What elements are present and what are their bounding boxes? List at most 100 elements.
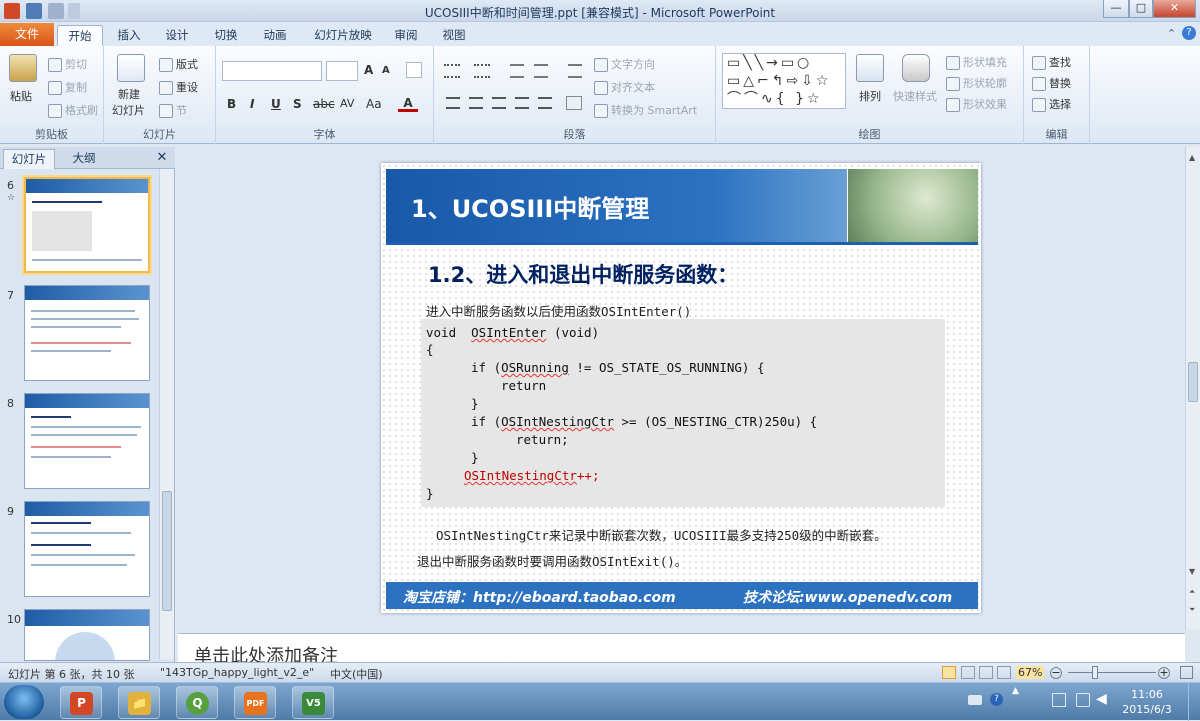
tab-home[interactable]: 开始 <box>57 25 103 46</box>
columns-icon[interactable] <box>566 96 582 110</box>
slide-thumbnail-6[interactable] <box>24 177 150 273</box>
section-button[interactable]: 节 <box>159 102 187 118</box>
justify-icon[interactable] <box>515 97 529 109</box>
tab-slides[interactable]: 幻灯片 <box>3 149 55 169</box>
taskbar-app-powerpoint[interactable]: P <box>60 686 102 719</box>
keyboard-icon[interactable] <box>968 695 982 705</box>
cut-button[interactable]: 剪切 <box>48 56 87 72</box>
system-clock[interactable]: 11:06 2015/6/3 <box>1112 687 1182 717</box>
arrange-icon[interactable] <box>856 54 884 82</box>
volume-icon[interactable]: ◀ <box>1096 691 1107 707</box>
intro-text[interactable]: 进入中断服务函数以后使用函数OSIntEnter() <box>426 301 691 320</box>
help-icon[interactable]: ? <box>1182 26 1196 40</box>
bullets-icon[interactable] <box>444 64 460 78</box>
slide-title[interactable]: 1、UCOSIII中断管理 <box>411 189 649 224</box>
show-hidden-icons[interactable]: ▲ <box>1012 686 1019 696</box>
scroll-up-icon[interactable]: ▲ <box>1189 153 1195 162</box>
minimize-button[interactable]: — <box>1103 0 1129 18</box>
previous-slide-icon[interactable]: ⏶ <box>1189 587 1195 597</box>
theme-name[interactable]: "143TGp_happy_light_v2_e" <box>160 666 314 679</box>
fit-to-window-icon[interactable] <box>1180 666 1193 679</box>
taskbar-app-pdf[interactable]: PDF <box>234 686 276 719</box>
pane-close-button[interactable]: ✕ <box>152 149 172 169</box>
char-spacing-button[interactable]: AV <box>340 97 354 110</box>
align-left-icon[interactable] <box>446 97 460 109</box>
copy-button[interactable]: 复制 <box>48 79 87 95</box>
normal-view-icon[interactable] <box>942 666 956 679</box>
select-button[interactable]: 选择 <box>1032 96 1071 112</box>
zoom-level[interactable]: 67% <box>1016 666 1045 679</box>
decrease-indent-icon[interactable] <box>510 64 524 78</box>
taskbar-app-explorer[interactable]: 📁 <box>118 686 160 719</box>
text-direction-button[interactable]: 文字方向 <box>594 56 655 72</box>
maximize-button[interactable]: □ <box>1129 0 1153 18</box>
slideshow-icon[interactable] <box>997 666 1011 679</box>
tab-view[interactable]: 视图 <box>437 25 471 46</box>
zoom-in-icon[interactable]: + <box>1158 667 1170 679</box>
shape-fill-button[interactable]: 形状填充 <box>946 54 1007 70</box>
shape-outline-button[interactable]: 形状轮廓 <box>946 75 1007 91</box>
font-color-button[interactable]: A <box>398 96 418 112</box>
close-button[interactable]: ✕ <box>1153 0 1196 18</box>
quick-styles-icon[interactable] <box>902 54 930 82</box>
replace-button[interactable]: 替换 <box>1032 75 1071 91</box>
paste-icon[interactable] <box>9 54 37 82</box>
thumbnails-scrollbar[interactable] <box>159 169 174 659</box>
grow-font-button[interactable]: A <box>364 63 373 77</box>
italic-button[interactable]: I <box>250 97 254 111</box>
shapes-gallery[interactable]: ▭╲╲→▭○ ▭△⌐↰⇨⇩☆ ⌒⌒∿{ }☆ <box>722 53 846 109</box>
tab-review[interactable]: 审阅 <box>389 25 423 46</box>
shape-effects-button[interactable]: 形状效果 <box>946 96 1007 112</box>
scrollbar-thumb[interactable] <box>1188 362 1198 402</box>
font-size-field[interactable] <box>326 61 358 81</box>
numbering-icon[interactable] <box>474 64 490 78</box>
taskbar-app-keil[interactable]: V5 <box>292 686 334 719</box>
network-icon[interactable] <box>1052 693 1066 707</box>
slide-thumbnail-7[interactable] <box>24 285 150 381</box>
zoom-slider-thumb[interactable] <box>1092 666 1098 679</box>
language-indicator[interactable]: 中文(中国) <box>330 666 383 682</box>
layout-button[interactable]: 版式 <box>159 56 198 72</box>
bold-button[interactable]: B <box>227 97 236 111</box>
find-button[interactable]: 查找 <box>1032 54 1071 70</box>
new-slide-icon[interactable] <box>117 54 145 82</box>
shrink-font-button[interactable]: A <box>382 65 390 76</box>
slide-sorter-icon[interactable] <box>961 666 975 679</box>
help-tray-icon[interactable]: ? <box>990 693 1003 706</box>
clear-format-icon[interactable] <box>406 62 422 78</box>
font-name-field[interactable] <box>222 61 322 81</box>
display-icon[interactable] <box>1076 693 1090 707</box>
new-slide-label-2[interactable]: 幻灯片 <box>112 102 145 118</box>
zoom-out-icon[interactable]: − <box>1050 667 1062 679</box>
reading-view-icon[interactable] <box>979 666 993 679</box>
quick-styles-button[interactable]: 快速样式 <box>893 88 937 104</box>
format-painter-button[interactable]: 格式刷 <box>48 102 98 118</box>
slide-subtitle[interactable]: 1.2、进入和退出中断服务函数： <box>428 259 738 289</box>
underline-button[interactable]: U <box>271 97 281 111</box>
new-slide-label[interactable]: 新建 <box>118 86 140 102</box>
distributed-icon[interactable] <box>538 97 552 109</box>
arrange-button[interactable]: 排列 <box>859 88 881 104</box>
strikethrough-button[interactable]: abc <box>313 97 335 111</box>
taskbar-app-3[interactable]: Q <box>176 686 218 719</box>
zoom-slider[interactable] <box>1068 672 1156 673</box>
slide-thumbnail-10[interactable] <box>24 609 150 661</box>
line-spacing-icon[interactable] <box>568 64 582 78</box>
notes-pane[interactable]: 单击此处添加备注 <box>178 633 1185 662</box>
slide-canvas[interactable]: 1、UCOSIII中断管理 1.2、进入和退出中断服务函数： 进入中断服务函数以… <box>381 163 981 613</box>
note-text-1[interactable]: OSIntNestingCtr来记录中断嵌套次数，UCOSIII最多支持250级… <box>436 525 887 544</box>
start-button[interactable] <box>4 685 44 719</box>
tab-slideshow[interactable]: 幻灯片放映 <box>306 25 380 46</box>
editor-scrollbar[interactable]: ▲ ▼ ⏶ ⏷ <box>1185 147 1200 630</box>
align-center-icon[interactable] <box>469 97 483 109</box>
tab-insert[interactable]: 插入 <box>112 25 146 46</box>
increase-indent-icon[interactable] <box>534 64 548 78</box>
code-block[interactable]: void OSIntEnter (void) { if (OSRunning !… <box>421 319 945 507</box>
slide-thumbnail-8[interactable] <box>24 393 150 489</box>
next-slide-icon[interactable]: ⏷ <box>1189 605 1195 615</box>
tab-file[interactable]: 文件 <box>0 23 54 46</box>
show-desktop-button[interactable] <box>1188 683 1200 721</box>
reset-button[interactable]: 重设 <box>159 79 198 95</box>
tab-animations[interactable]: 动画 <box>258 25 292 46</box>
tab-outline[interactable]: 大纲 <box>58 149 110 169</box>
